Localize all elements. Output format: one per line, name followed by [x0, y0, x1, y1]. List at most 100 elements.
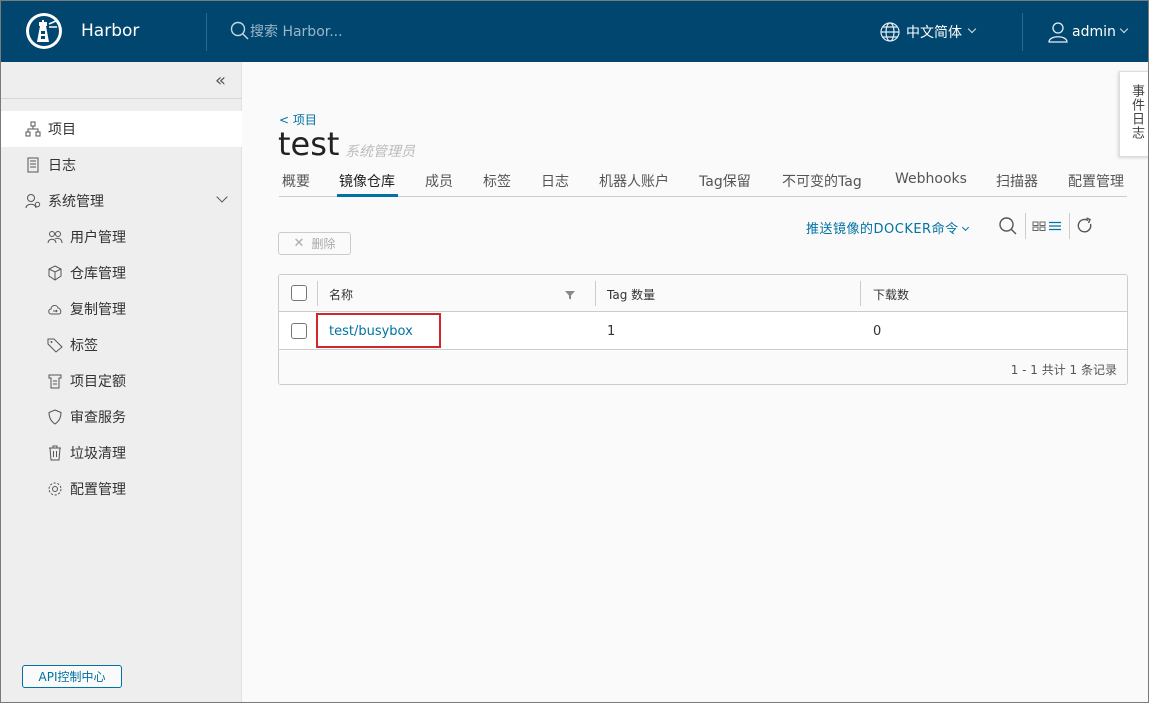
quota-icon [48, 374, 62, 389]
chevron-down-icon [1119, 24, 1129, 34]
tag-icon [47, 338, 63, 353]
page-title: test [278, 125, 340, 163]
chevron-down-icon [961, 223, 969, 232]
tab-immutable-tags[interactable]: 不可变的Tag [782, 171, 862, 191]
username: admin [1072, 24, 1116, 40]
select-all-checkbox[interactable] [291, 285, 307, 301]
sidebar-item-label: 审查服务 [70, 410, 126, 426]
top-header: Harbor 搜索 Harbor... 中文简体 admin [1, 1, 1148, 62]
toolbar-divider [1025, 213, 1026, 239]
api-explorer-button[interactable]: API控制中心 [22, 665, 122, 688]
header-divider [206, 13, 207, 51]
sidebar-item-label: 用户管理 [70, 230, 126, 246]
tab-members[interactable]: 成员 [425, 171, 453, 191]
refresh-icon[interactable] [1076, 215, 1094, 237]
active-tab-indicator [337, 194, 398, 197]
sidebar-item-admin[interactable]: 系统管理 [1, 183, 242, 219]
sidebar-divider [1, 98, 242, 99]
column-header-tags[interactable]: Tag 数量 [607, 286, 655, 303]
filter-icon[interactable] [565, 290, 575, 300]
tab-summary[interactable]: 概要 [282, 171, 310, 191]
header-divider [1022, 13, 1023, 51]
sidebar-item-label: 日志 [48, 158, 76, 174]
tab-logs[interactable]: 日志 [541, 171, 569, 191]
search-input[interactable]: 搜索 Harbor... [250, 21, 343, 41]
search-icon[interactable] [998, 215, 1018, 237]
user-icon [1048, 22, 1068, 43]
language-label: 中文简体 [906, 25, 962, 41]
tab-robot-accounts[interactable]: 机器人账户 [599, 171, 669, 191]
column-divider [317, 281, 318, 306]
delete-label: 删除 [311, 237, 336, 251]
harbor-logo-icon[interactable] [25, 12, 63, 50]
close-icon: ✕ [293, 236, 305, 251]
sidebar-item-logs[interactable]: 日志 [1, 147, 242, 183]
pull-count: 0 [873, 324, 882, 339]
list-view-icon[interactable] [1048, 215, 1062, 237]
sidebar-item-projects[interactable]: 项目 [1, 111, 242, 147]
sidebar-item-users[interactable]: 用户管理 [1, 219, 242, 255]
table-row[interactable]: test/busybox 1 0 [279, 312, 1127, 350]
replication-icon [48, 305, 62, 315]
chevron-down-icon[interactable] [216, 191, 228, 203]
tab-labels[interactable]: 标签 [483, 171, 511, 191]
sidebar-item-label: 系统管理 [48, 194, 104, 210]
trash-icon [49, 445, 61, 461]
search-icon [230, 21, 249, 40]
row-checkbox[interactable] [291, 323, 307, 339]
sidebar-item-label: 垃圾清理 [70, 446, 126, 462]
sidebar: « 项目 日志 系统管理 用户管理 仓库管理 复制管理 标签 项目定额 审查服务… [1, 62, 242, 702]
push-command-dropdown[interactable]: 推送镜像的DOCKER命令 [806, 218, 969, 237]
column-divider [860, 281, 861, 306]
sidebar-item-label: 仓库管理 [70, 266, 126, 282]
collapse-sidebar-icon[interactable]: « [215, 70, 226, 91]
column-header-pulls[interactable]: 下载数 [873, 286, 909, 303]
tab-scanner[interactable]: 扫描器 [996, 171, 1038, 191]
admin-icon [25, 194, 41, 209]
repository-link[interactable]: test/busybox [329, 324, 413, 339]
card-view-icon[interactable] [1032, 215, 1046, 237]
sidebar-item-config[interactable]: 配置管理 [1, 471, 242, 507]
column-divider [595, 281, 596, 306]
chevron-down-icon [967, 24, 977, 34]
tab-webhooks[interactable]: Webhooks [895, 171, 967, 187]
column-header-name[interactable]: 名称 [329, 286, 353, 303]
projects-icon [25, 121, 41, 137]
globe-icon [880, 22, 900, 42]
tab-repositories[interactable]: 镜像仓库 [339, 171, 395, 191]
tab-tag-retention[interactable]: Tag保留 [699, 171, 751, 191]
pagination-summary: 1 - 1 共计 1 条记录 [1010, 363, 1117, 377]
sidebar-item-registries[interactable]: 仓库管理 [1, 255, 242, 291]
table-header: 名称 Tag 数量 下载数 [279, 275, 1127, 312]
tag-count: 1 [607, 324, 616, 339]
sidebar-item-label: 复制管理 [70, 302, 126, 318]
shield-icon [48, 409, 62, 425]
sidebar-item-interrogation[interactable]: 审查服务 [1, 399, 242, 435]
repositories-table: 名称 Tag 数量 下载数 test/busybox 1 0 1 - 1 共计 … [278, 274, 1128, 385]
gear-icon [48, 482, 62, 496]
app-window: Harbor 搜索 Harbor... 中文简体 admin « 项目 日志 系… [0, 0, 1149, 703]
push-command-label: 推送镜像的DOCKER命令 [806, 222, 959, 237]
role-label: 系统管理员 [345, 144, 415, 160]
sidebar-item-gc[interactable]: 垃圾清理 [1, 435, 242, 471]
table-footer: 1 - 1 共计 1 条记录 [279, 351, 1127, 384]
toolbar-divider [1069, 213, 1070, 239]
sidebar-item-label: 配置管理 [70, 482, 126, 498]
sidebar-item-labels[interactable]: 标签 [1, 327, 242, 363]
event-log-tab[interactable]: 事件日志 [1119, 71, 1148, 157]
tab-configuration[interactable]: 配置管理 [1068, 171, 1124, 191]
logs-icon [27, 157, 39, 173]
language-selector[interactable]: 中文简体 [879, 21, 977, 43]
users-icon [47, 231, 63, 244]
user-menu[interactable]: admin [1047, 20, 1129, 44]
registry-icon [48, 265, 62, 281]
sidebar-item-quotas[interactable]: 项目定额 [1, 363, 242, 399]
sidebar-item-label: 项目定额 [70, 374, 126, 390]
project-tabs: 概要 镜像仓库 成员 标签 日志 机器人账户 Tag保留 不可变的Tag Web… [279, 167, 1127, 197]
brand-name[interactable]: Harbor [81, 21, 139, 41]
sidebar-item-label: 项目 [48, 122, 76, 138]
delete-button[interactable]: ✕ 删除 [278, 232, 351, 255]
event-log-label: 事件日志 [1129, 84, 1144, 140]
global-search[interactable]: 搜索 Harbor... [230, 21, 343, 41]
sidebar-item-replications[interactable]: 复制管理 [1, 291, 242, 327]
